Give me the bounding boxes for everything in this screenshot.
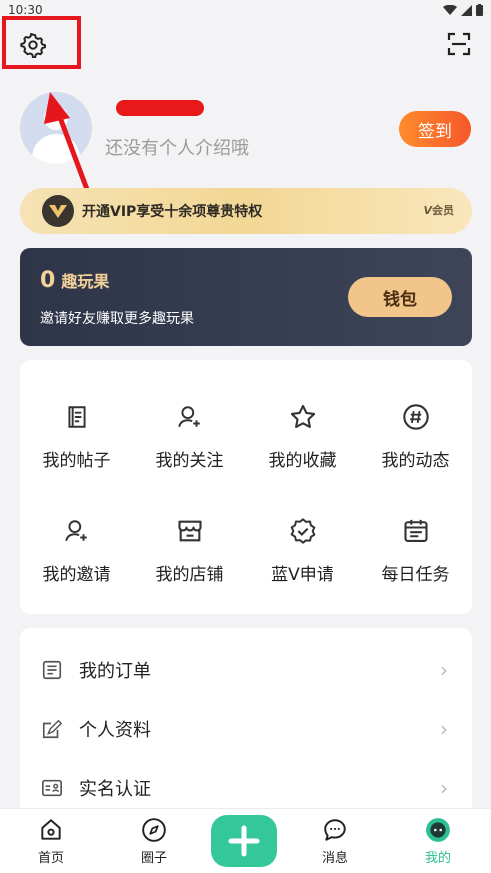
list-item-orders[interactable]: 我的订单 › <box>20 640 472 699</box>
invite-icon <box>62 516 92 546</box>
post-button[interactable] <box>211 815 277 867</box>
feature-grid: 我的帖子 我的关注 我的收藏 我的动态 我的邀请 我的店铺 蓝V申请 每日任务 <box>20 360 472 614</box>
grid-item-favorites[interactable]: 我的收藏 <box>246 402 359 482</box>
list-item-label: 个人资料 <box>79 719 151 741</box>
vip-tag: V会员 <box>423 204 454 217</box>
home-icon <box>41 819 61 840</box>
grid-item-blue-v[interactable]: 蓝V申请 <box>246 516 359 596</box>
list-item-label: 实名认证 <box>79 778 151 800</box>
nav-me[interactable]: 我的 <box>408 817 468 873</box>
me-icon <box>426 818 450 842</box>
chevron-right-icon: › <box>440 775 448 800</box>
grid-item-follow[interactable]: 我的关注 <box>133 402 246 482</box>
grid-item-invite[interactable]: 我的邀请 <box>20 516 133 596</box>
nav-label: 圈子 <box>140 851 167 866</box>
wifi-icon <box>443 5 457 15</box>
grid-item-daily-tasks[interactable]: 每日任务 <box>359 516 472 596</box>
vip-crown-icon <box>42 195 74 227</box>
signal-icon <box>461 4 472 16</box>
chat-icon <box>324 819 346 841</box>
bottom-nav: 首页 圈子 消息 我的 <box>0 808 491 873</box>
grid-item-posts[interactable]: 我的帖子 <box>20 402 133 482</box>
vip-tag-label: 会员 <box>432 204 454 217</box>
plus-icon <box>228 825 260 857</box>
calendar-icon <box>401 516 431 546</box>
grid-item-label: 我的店铺 <box>155 565 224 585</box>
nav-home[interactable]: 首页 <box>21 817 81 873</box>
status-icons <box>443 4 483 16</box>
follow-icon <box>175 402 205 432</box>
grid-item-label: 每日任务 <box>381 565 450 585</box>
grid-item-label: 我的动态 <box>381 451 450 471</box>
status-time: 10:30 <box>8 3 43 17</box>
annotation-highlight-box <box>2 16 81 69</box>
nav-label: 我的 <box>424 851 451 866</box>
grid-item-label: 蓝V申请 <box>271 565 334 585</box>
chevron-right-icon: › <box>440 716 448 741</box>
battery-icon <box>476 4 483 16</box>
bio-text: 还没有个人介绍哦 <box>105 138 249 159</box>
hashtag-icon <box>401 402 431 432</box>
avatar[interactable] <box>20 92 92 164</box>
grid-item-activity[interactable]: 我的动态 <box>359 402 472 482</box>
grid-item-label: 我的收藏 <box>268 451 337 471</box>
id-card-icon <box>40 776 64 800</box>
wallet-card: 0 趣玩果 邀请好友赚取更多趣玩果 钱包 <box>20 248 472 346</box>
settings-list: 我的订单 › 个人资料 › 实名认证 › <box>20 628 472 828</box>
grid-item-shop[interactable]: 我的店铺 <box>133 516 246 596</box>
shop-icon <box>175 516 205 546</box>
wallet-amount-unit: 趣玩果 <box>61 272 110 291</box>
scan-icon <box>447 32 471 56</box>
nickname-redacted <box>116 100 204 116</box>
compass-icon <box>142 818 166 842</box>
list-item-label: 我的订单 <box>79 660 151 682</box>
chevron-right-icon: › <box>440 657 448 682</box>
badge-icon <box>288 516 318 546</box>
nav-messages[interactable]: 消息 <box>305 817 365 873</box>
wallet-amount: 0 趣玩果 <box>40 268 109 293</box>
edit-icon <box>40 717 64 741</box>
wallet-amount-number: 0 <box>40 268 56 293</box>
wallet-button[interactable]: 钱包 <box>348 277 452 317</box>
scan-button[interactable] <box>445 30 473 58</box>
grid-item-label: 我的帖子 <box>42 451 111 471</box>
nav-label: 消息 <box>321 851 348 866</box>
vip-banner[interactable]: 开通VIP享受十余项尊贵特权 V会员 <box>20 188 472 234</box>
list-item-profile[interactable]: 个人资料 › <box>20 699 472 758</box>
signin-button[interactable]: 签到 <box>399 111 471 147</box>
grid-item-label: 我的关注 <box>155 451 224 471</box>
vip-text: 开通VIP享受十余项尊贵特权 <box>82 204 263 220</box>
nav-label: 首页 <box>37 851 64 866</box>
profile-header: 还没有个人介绍哦 签到 <box>20 92 471 170</box>
grid-item-label: 我的邀请 <box>42 565 111 585</box>
nav-circles[interactable]: 圈子 <box>124 817 184 873</box>
wallet-description: 邀请好友赚取更多趣玩果 <box>40 311 194 327</box>
posts-icon <box>62 402 92 432</box>
star-icon <box>288 402 318 432</box>
order-icon <box>40 658 64 682</box>
